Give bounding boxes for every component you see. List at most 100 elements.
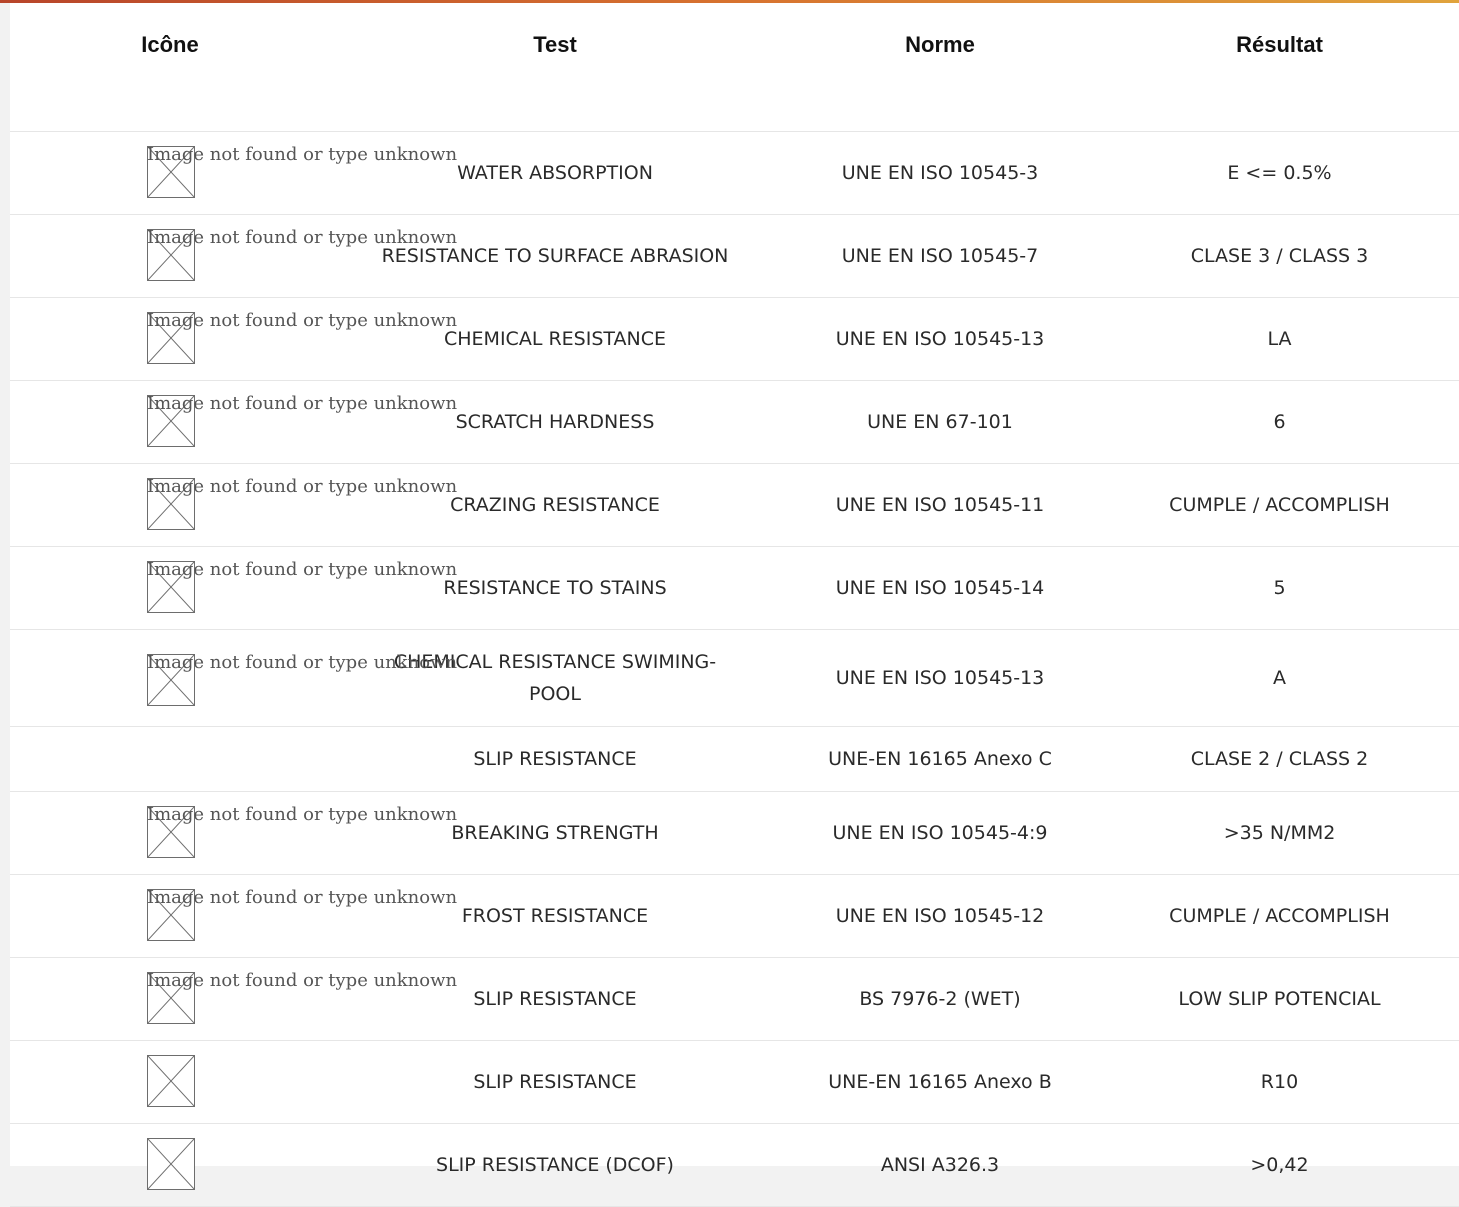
table-row: Image not found or type unknown RESISTAN…: [10, 214, 1459, 298]
test-name: SLIP RESISTANCE: [473, 748, 637, 770]
icon-cell: Image not found or type unknown: [10, 791, 457, 875]
icon-cell: Image not found or type unknown: [10, 297, 457, 381]
test-name: CHEMICAL RESISTANCE: [444, 328, 666, 350]
test-cell: SLIP RESISTANCE (DCOF): [330, 1123, 780, 1207]
broken-image-alt-text: Image not found or type unknown: [147, 804, 458, 825]
norm-cell: UNE EN ISO 10545-14: [780, 546, 1100, 630]
norm-name: UNE EN 67-101: [867, 411, 1013, 433]
norm-name: UNE EN ISO 10545-4:9: [832, 822, 1048, 844]
table-row: SLIP RESISTANCE UNE-EN 16165 Anexo B R10: [10, 1040, 1459, 1124]
broken-image-alt-text: Image not found or type unknown: [147, 227, 458, 248]
result-value: CUMPLE / ACCOMPLISH: [1169, 494, 1390, 516]
norm-name: UNE EN ISO 10545-7: [841, 245, 1039, 267]
result-value: >0,42: [1250, 1154, 1309, 1176]
table-row: Image not found or type unknown RESISTAN…: [10, 546, 1459, 630]
norm-name: UNE EN ISO 10545-11: [835, 494, 1045, 516]
icon-cell: Image not found or type unknown: [10, 214, 457, 298]
header-icon: Icône: [10, 3, 330, 132]
result-cell: LOW SLIP POTENCIAL: [1100, 957, 1459, 1041]
norm-cell: UNE EN ISO 10545-4:9: [780, 791, 1100, 875]
norm-cell: UNE-EN 16165 Anexo C: [780, 726, 1100, 792]
result-value: 5: [1273, 577, 1286, 599]
result-value: LA: [1267, 328, 1292, 350]
result-value: R10: [1260, 1071, 1299, 1093]
test-name: SCRATCH HARDNESS: [455, 411, 655, 433]
icon-cell: Image not found or type unknown: [10, 957, 457, 1041]
result-value: A: [1273, 667, 1286, 689]
broken-image-alt-text: Image not found or type unknown: [147, 652, 458, 673]
test-cell: SLIP RESISTANCE: [330, 1040, 780, 1124]
table-row: SLIP RESISTANCE UNE-EN 16165 Anexo C CLA…: [10, 726, 1459, 792]
icon-cell: Image not found or type unknown: [10, 546, 457, 630]
header-norm: Norme: [780, 3, 1100, 132]
norm-name: BS 7976-2 (WET): [859, 988, 1021, 1010]
test-cell: CHEMICAL RESISTANCE SWIMING-POOL: [330, 629, 780, 727]
norm-cell: UNE EN ISO 10545-13: [780, 629, 1100, 727]
test-name: SLIP RESISTANCE: [473, 1071, 637, 1093]
broken-image-alt-text: Image not found or type unknown: [147, 144, 458, 165]
norm-cell: UNE EN 67-101: [780, 380, 1100, 464]
result-cell: 6: [1100, 380, 1459, 464]
broken-image-alt-text: Image not found or type unknown: [147, 887, 458, 908]
norm-name: UNE-EN 16165 Anexo B: [828, 1071, 1052, 1093]
result-cell: R10: [1100, 1040, 1459, 1124]
test-name: BREAKING STRENGTH: [451, 822, 659, 844]
norm-cell: UNE-EN 16165 Anexo B: [780, 1040, 1100, 1124]
norm-cell: UNE EN ISO 10545-12: [780, 874, 1100, 958]
result-value: E <= 0.5%: [1227, 162, 1332, 184]
properties-panel: Icône Test Norme Résultat Image not foun…: [10, 3, 1459, 1207]
icon-cell: Image not found or type unknown: [10, 131, 457, 215]
broken-image-alt-text: Image not found or type unknown: [147, 476, 458, 497]
test-name: SLIP RESISTANCE: [473, 988, 637, 1010]
result-value: LOW SLIP POTENCIAL: [1178, 988, 1381, 1010]
norm-name: UNE EN ISO 10545-13: [835, 328, 1045, 350]
table-row: Image not found or type unknown SLIP RES…: [10, 957, 1459, 1041]
table-row: Image not found or type unknown BREAKING…: [10, 791, 1459, 875]
icon-cell: Image not found or type unknown: [10, 380, 457, 464]
result-cell: E <= 0.5%: [1100, 131, 1459, 215]
norm-name: UNE EN ISO 10545-14: [835, 577, 1045, 599]
norm-name: UNE-EN 16165 Anexo C: [828, 748, 1052, 770]
result-cell: 5: [1100, 546, 1459, 630]
table-row: Image not found or type unknown CRAZING …: [10, 463, 1459, 547]
norm-name: UNE EN ISO 10545-13: [835, 667, 1045, 689]
norm-cell: UNE EN ISO 10545-11: [780, 463, 1100, 547]
broken-image-alt-text: Image not found or type unknown: [147, 393, 458, 414]
test-name: CRAZING RESISTANCE: [450, 494, 660, 516]
test-name: WATER ABSORPTION: [457, 162, 653, 184]
result-value: CLASE 2 / CLASS 2: [1190, 748, 1369, 770]
result-cell: CLASE 3 / CLASS 3: [1100, 214, 1459, 298]
table-row: Image not found or type unknown CHEMICAL…: [10, 297, 1459, 381]
header-test: Test: [330, 3, 780, 132]
broken-image-icon: [147, 1138, 195, 1190]
test-cell: SLIP RESISTANCE: [330, 726, 780, 792]
icon-cell: [10, 1123, 330, 1207]
test-name: SLIP RESISTANCE (DCOF): [436, 1154, 674, 1176]
broken-image-alt-text: Image not found or type unknown: [147, 310, 458, 331]
technical-properties-table: Icône Test Norme Résultat Image not foun…: [10, 3, 1459, 1207]
table-row: Image not found or type unknown CHEMICAL…: [10, 629, 1459, 727]
norm-name: UNE EN ISO 10545-3: [841, 162, 1039, 184]
icon-cell: Image not found or type unknown: [10, 463, 457, 547]
norm-cell: UNE EN ISO 10545-13: [780, 297, 1100, 381]
icon-cell: Image not found or type unknown: [10, 874, 457, 958]
result-value: CLASE 3 / CLASS 3: [1190, 245, 1369, 267]
test-name: FROST RESISTANCE: [461, 905, 649, 927]
icon-cell: Image not found or type unknown: [10, 629, 457, 727]
norm-name: ANSI A326.3: [880, 1154, 1000, 1176]
broken-image-alt-text: Image not found or type unknown: [147, 970, 458, 991]
result-cell: CUMPLE / ACCOMPLISH: [1100, 463, 1459, 547]
broken-image-icon: [147, 1055, 195, 1107]
table-row: Image not found or type unknown WATER AB…: [10, 131, 1459, 215]
result-cell: CLASE 2 / CLASS 2: [1100, 726, 1459, 792]
result-value: CUMPLE / ACCOMPLISH: [1169, 905, 1390, 927]
norm-cell: ANSI A326.3: [780, 1123, 1100, 1207]
result-cell: >35 N/MM2: [1100, 791, 1459, 875]
broken-image-alt-text: Image not found or type unknown: [147, 559, 458, 580]
norm-cell: UNE EN ISO 10545-7: [780, 214, 1100, 298]
norm-cell: UNE EN ISO 10545-3: [780, 131, 1100, 215]
result-cell: CUMPLE / ACCOMPLISH: [1100, 874, 1459, 958]
table-row: Image not found or type unknown SCRATCH …: [10, 380, 1459, 464]
result-cell: LA: [1100, 297, 1459, 381]
norm-name: UNE EN ISO 10545-12: [835, 905, 1045, 927]
